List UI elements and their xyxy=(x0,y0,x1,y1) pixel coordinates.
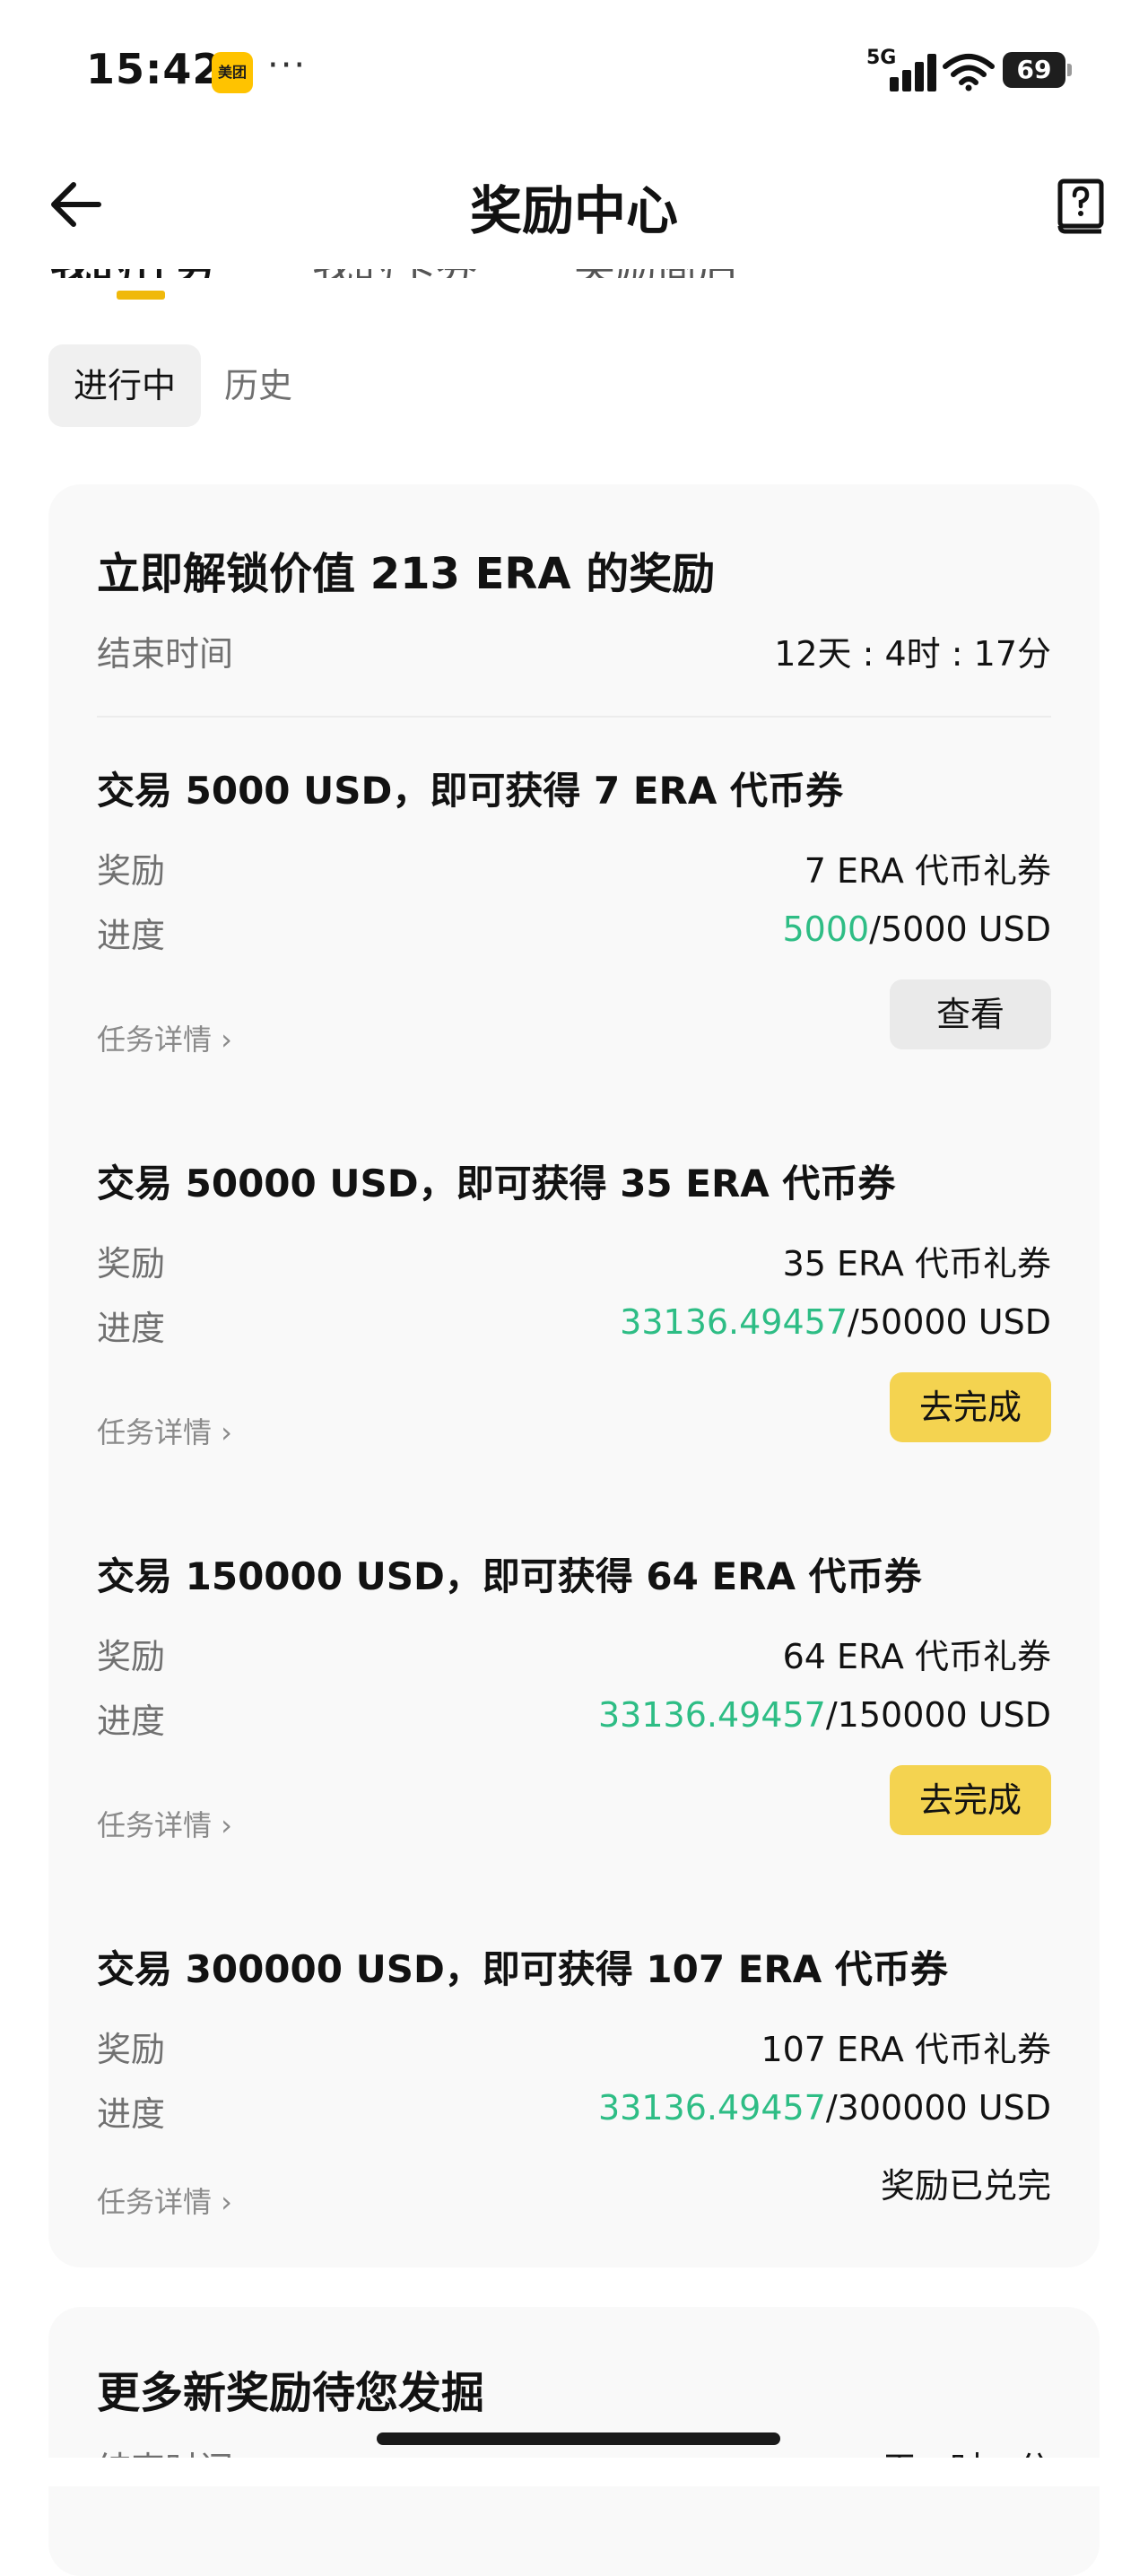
more-notifications-icon: ··· xyxy=(267,45,308,86)
progress-value: 5000/5000 USD xyxy=(782,909,1051,949)
nav-bar: 奖励中心 xyxy=(0,144,1148,269)
progress-label: 进度 xyxy=(97,1701,166,1741)
reward-label: 奖励 xyxy=(97,1244,166,1284)
progress-target: /50000 USD xyxy=(848,1302,1051,1342)
go-complete-button[interactable]: 去完成 xyxy=(890,1765,1051,1835)
progress-target: /150000 USD xyxy=(825,1695,1051,1735)
progress-label: 进度 xyxy=(97,916,166,955)
meituan-app-icon: 美团 xyxy=(212,52,253,93)
task-details-link[interactable]: 任务详情 › xyxy=(97,1017,232,1058)
task-title: 交易 50000 USD，即可获得 35 ERA 代币券 xyxy=(97,1162,896,1205)
progress-current: 5000 xyxy=(782,909,870,949)
progress-target: /300000 USD xyxy=(825,2088,1051,2128)
progress-value: 33136.49457/50000 USD xyxy=(620,1302,1051,1342)
end-time-label: 结束时间 xyxy=(97,634,234,674)
progress-current: 33136.49457 xyxy=(620,1302,848,1342)
reward-sold-out-status: 奖励已兑完 xyxy=(880,2166,1051,2206)
reward-value: 64 ERA 代币礼券 xyxy=(782,1637,1051,1676)
reward-value: 7 ERA 代币礼券 xyxy=(804,851,1051,891)
page-title: 奖励中心 xyxy=(469,180,678,241)
view-button[interactable]: 查看 xyxy=(890,979,1051,1049)
progress-value: 33136.49457/150000 USD xyxy=(598,1695,1051,1735)
status-time: 15:42 xyxy=(86,45,222,93)
signal-icon xyxy=(886,50,940,91)
progress-label: 进度 xyxy=(97,1309,166,1348)
end-time-countdown: 12天 : 4时 : 17分 xyxy=(774,634,1051,674)
progress-value: 33136.49457/300000 USD xyxy=(598,2088,1051,2128)
task-details-link[interactable]: 任务详情 › xyxy=(97,2180,232,2221)
progress-current: 33136.49457 xyxy=(598,2088,826,2128)
subtab-history[interactable]: 历史 xyxy=(224,344,292,427)
help-book-icon[interactable] xyxy=(1055,178,1109,235)
more-rewards-title: 更多新奖励待您发掘 xyxy=(97,2368,485,2418)
reward-label: 奖励 xyxy=(97,1637,166,1676)
reward-label: 奖励 xyxy=(97,851,166,891)
battery-icon: 69 xyxy=(1003,52,1072,88)
campaign-title: 立即解锁价值 213 ERA 的奖励 xyxy=(97,549,716,599)
home-indicator[interactable] xyxy=(377,2432,780,2445)
reward-value: 35 ERA 代币礼券 xyxy=(782,1244,1051,1284)
battery-level: 69 xyxy=(1016,55,1052,84)
progress-target: /5000 USD xyxy=(869,909,1051,949)
subtab-in-progress[interactable]: 进行中 xyxy=(48,344,201,427)
progress-current: 33136.49457 xyxy=(598,1695,826,1735)
active-tab-indicator xyxy=(117,291,165,300)
bottom-safe-area xyxy=(0,2458,1148,2486)
wifi-icon xyxy=(943,54,995,91)
progress-label: 进度 xyxy=(97,2094,166,2134)
divider xyxy=(97,716,1051,718)
status-bar: 15:42 美团 ··· 5G 69 xyxy=(0,0,1148,144)
task-title: 交易 150000 USD，即可获得 64 ERA 代币券 xyxy=(97,1554,922,1598)
reward-campaign-card: 立即解锁价值 213 ERA 的奖励 结束时间 12天 : 4时 : 17分 交… xyxy=(48,484,1100,2267)
go-complete-button[interactable]: 去完成 xyxy=(890,1372,1051,1442)
task-title: 交易 300000 USD，即可获得 107 ERA 代币券 xyxy=(97,1947,948,1991)
reward-label: 奖励 xyxy=(97,2030,166,2069)
task-details-link[interactable]: 任务详情 › xyxy=(97,1410,232,1451)
task-details-link[interactable]: 任务详情 › xyxy=(97,1803,232,1844)
task-title: 交易 5000 USD，即可获得 7 ERA 代币券 xyxy=(97,769,843,813)
reward-value: 107 ERA 代币礼券 xyxy=(761,2030,1051,2069)
